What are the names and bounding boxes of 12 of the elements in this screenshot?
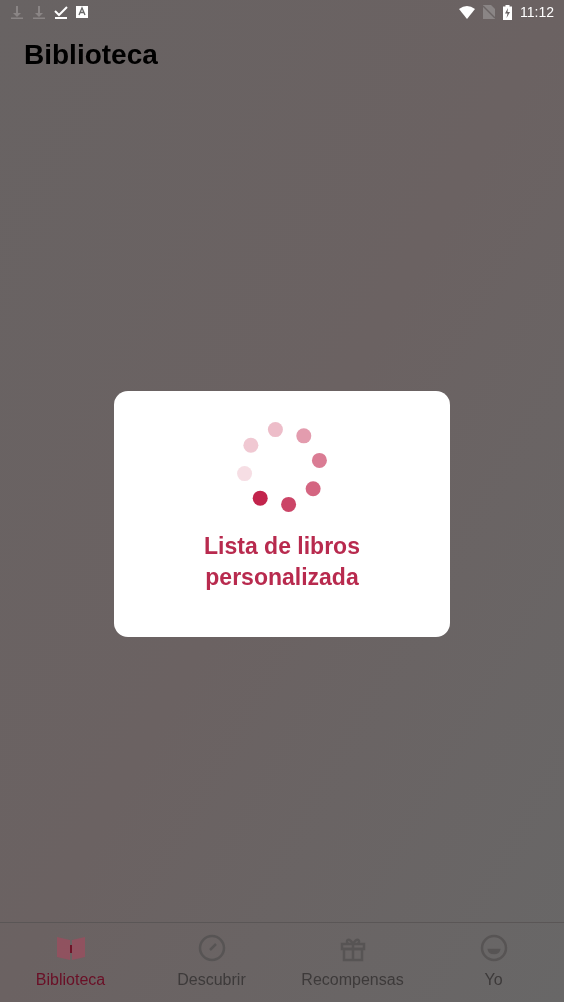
loading-message: Lista de libros personalizada bbox=[203, 532, 361, 592]
keyboard-icon bbox=[76, 6, 88, 18]
checkmark-icon bbox=[54, 5, 68, 19]
no-sim-icon bbox=[483, 5, 495, 19]
page-title: Biblioteca bbox=[24, 41, 158, 69]
nav-tab[interactable]: Biblioteca bbox=[0, 923, 141, 1002]
battery-charging-icon bbox=[503, 4, 512, 20]
clock-time: 11:12 bbox=[520, 2, 554, 22]
loading-spinner-icon bbox=[234, 419, 330, 515]
download-icon bbox=[10, 5, 24, 19]
download-icon bbox=[32, 5, 46, 19]
wifi-icon bbox=[459, 5, 475, 19]
